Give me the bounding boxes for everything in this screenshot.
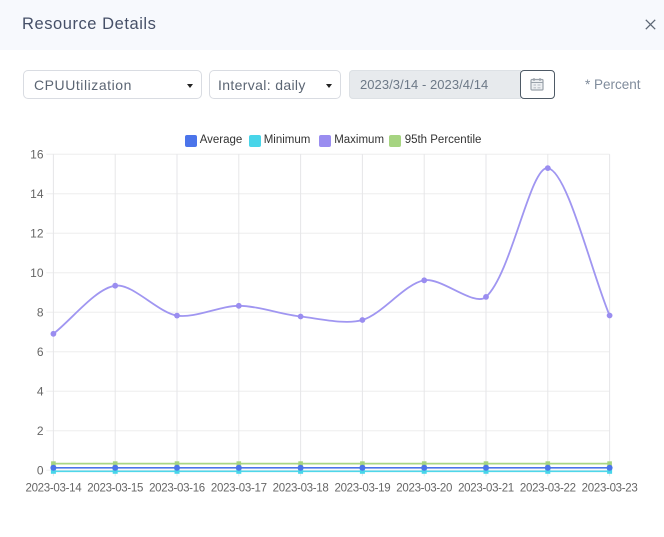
svg-text:0: 0	[37, 463, 44, 477]
svg-text:14: 14	[30, 187, 44, 201]
svg-text:2023-03-20: 2023-03-20	[396, 483, 452, 495]
svg-text:2023-03-21: 2023-03-21	[458, 483, 514, 495]
svg-text:2023-03-22: 2023-03-22	[520, 483, 576, 495]
svg-text:10: 10	[30, 266, 44, 280]
svg-text:2023-03-15: 2023-03-15	[87, 483, 143, 495]
svg-text:4: 4	[37, 384, 44, 398]
svg-text:2023-03-23: 2023-03-23	[582, 483, 638, 495]
svg-text:2023-03-17: 2023-03-17	[211, 483, 267, 495]
svg-text:2: 2	[37, 424, 44, 438]
svg-text:8: 8	[37, 305, 44, 319]
svg-text:12: 12	[30, 226, 44, 240]
svg-text:6: 6	[37, 345, 44, 359]
svg-text:2023-03-18: 2023-03-18	[273, 483, 329, 495]
svg-text:2023-03-16: 2023-03-16	[149, 483, 205, 495]
svg-text:16: 16	[30, 147, 44, 161]
svg-text:2023-03-19: 2023-03-19	[334, 483, 390, 495]
svg-text:2023-03-14: 2023-03-14	[25, 483, 82, 495]
